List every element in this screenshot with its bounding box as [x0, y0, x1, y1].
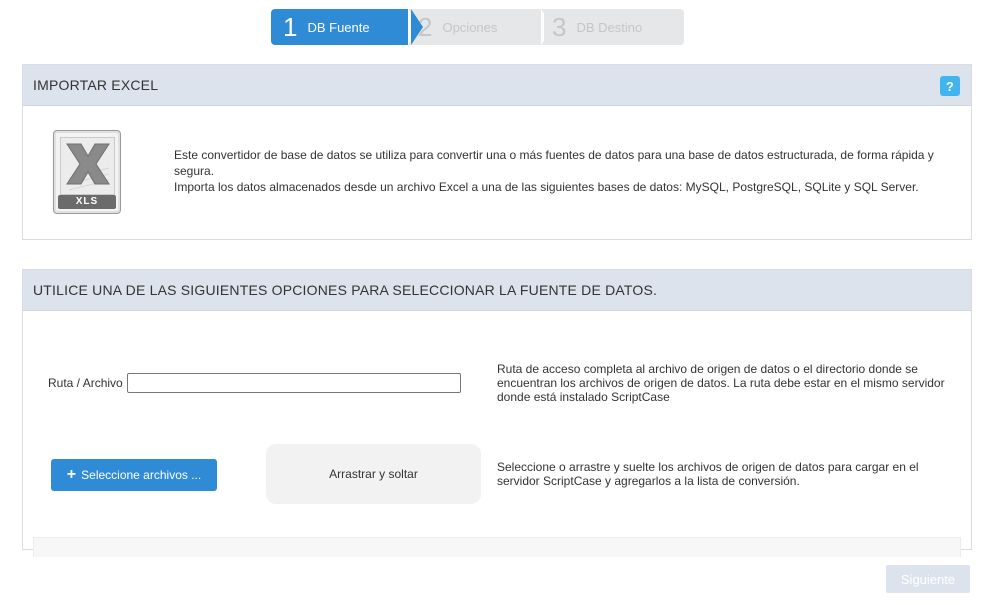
file-list	[33, 537, 961, 557]
step-label: DB Fuente	[307, 19, 370, 35]
select-files-button[interactable]: + Seleccione archivos ...	[51, 459, 217, 491]
help-button[interactable]: ?	[940, 76, 960, 96]
path-hint: Ruta de acceso completa al archivo de or…	[497, 362, 945, 404]
import-description: Este convertidor de base de datos se uti…	[174, 147, 944, 195]
path-input[interactable]	[127, 373, 461, 393]
step-number: 1	[283, 12, 298, 42]
path-label: Ruta / Archivo	[48, 376, 123, 390]
xls-file-icon: XLS	[53, 130, 121, 214]
dropzone-label: Arrastrar y soltar	[329, 467, 418, 481]
wizard-step-db-destino[interactable]: 3 DB Destino	[541, 9, 684, 45]
wizard-steps: 1 DB Fuente 2 Opciones 3 DB Destino	[271, 9, 684, 45]
upload-hint: Seleccione o arrastre y suelte los archi…	[497, 460, 919, 488]
xls-label: XLS	[58, 195, 116, 209]
import-excel-panel: IMPORTAR EXCEL ? XLS Este convertidor de…	[22, 64, 972, 240]
description-line-2: Importa los datos almacenados desde un a…	[174, 180, 919, 194]
wizard-step-opciones[interactable]: 2 Opciones	[408, 9, 556, 45]
plus-icon: +	[66, 466, 77, 483]
description-line-1: Este convertidor de base de datos se uti…	[174, 148, 934, 178]
panel-title: IMPORTAR EXCEL	[33, 77, 159, 93]
step-label: Opciones	[442, 19, 498, 35]
panel-header: IMPORTAR EXCEL ?	[23, 65, 971, 106]
drag-drop-zone[interactable]: Arrastrar y soltar	[266, 444, 481, 504]
data-source-panel: UTILICE UNA DE LAS SIGUIENTES OPCIONES P…	[22, 269, 972, 557]
panel-header: UTILICE UNA DE LAS SIGUIENTES OPCIONES P…	[23, 270, 971, 311]
step-label: DB Destino	[576, 19, 643, 35]
select-files-label: Seleccione archivos ...	[81, 468, 202, 482]
wizard-step-db-fuente[interactable]: 1 DB Fuente	[271, 9, 423, 45]
next-button[interactable]: Siguiente	[886, 565, 970, 593]
panel-title: UTILICE UNA DE LAS SIGUIENTES OPCIONES P…	[33, 282, 658, 298]
